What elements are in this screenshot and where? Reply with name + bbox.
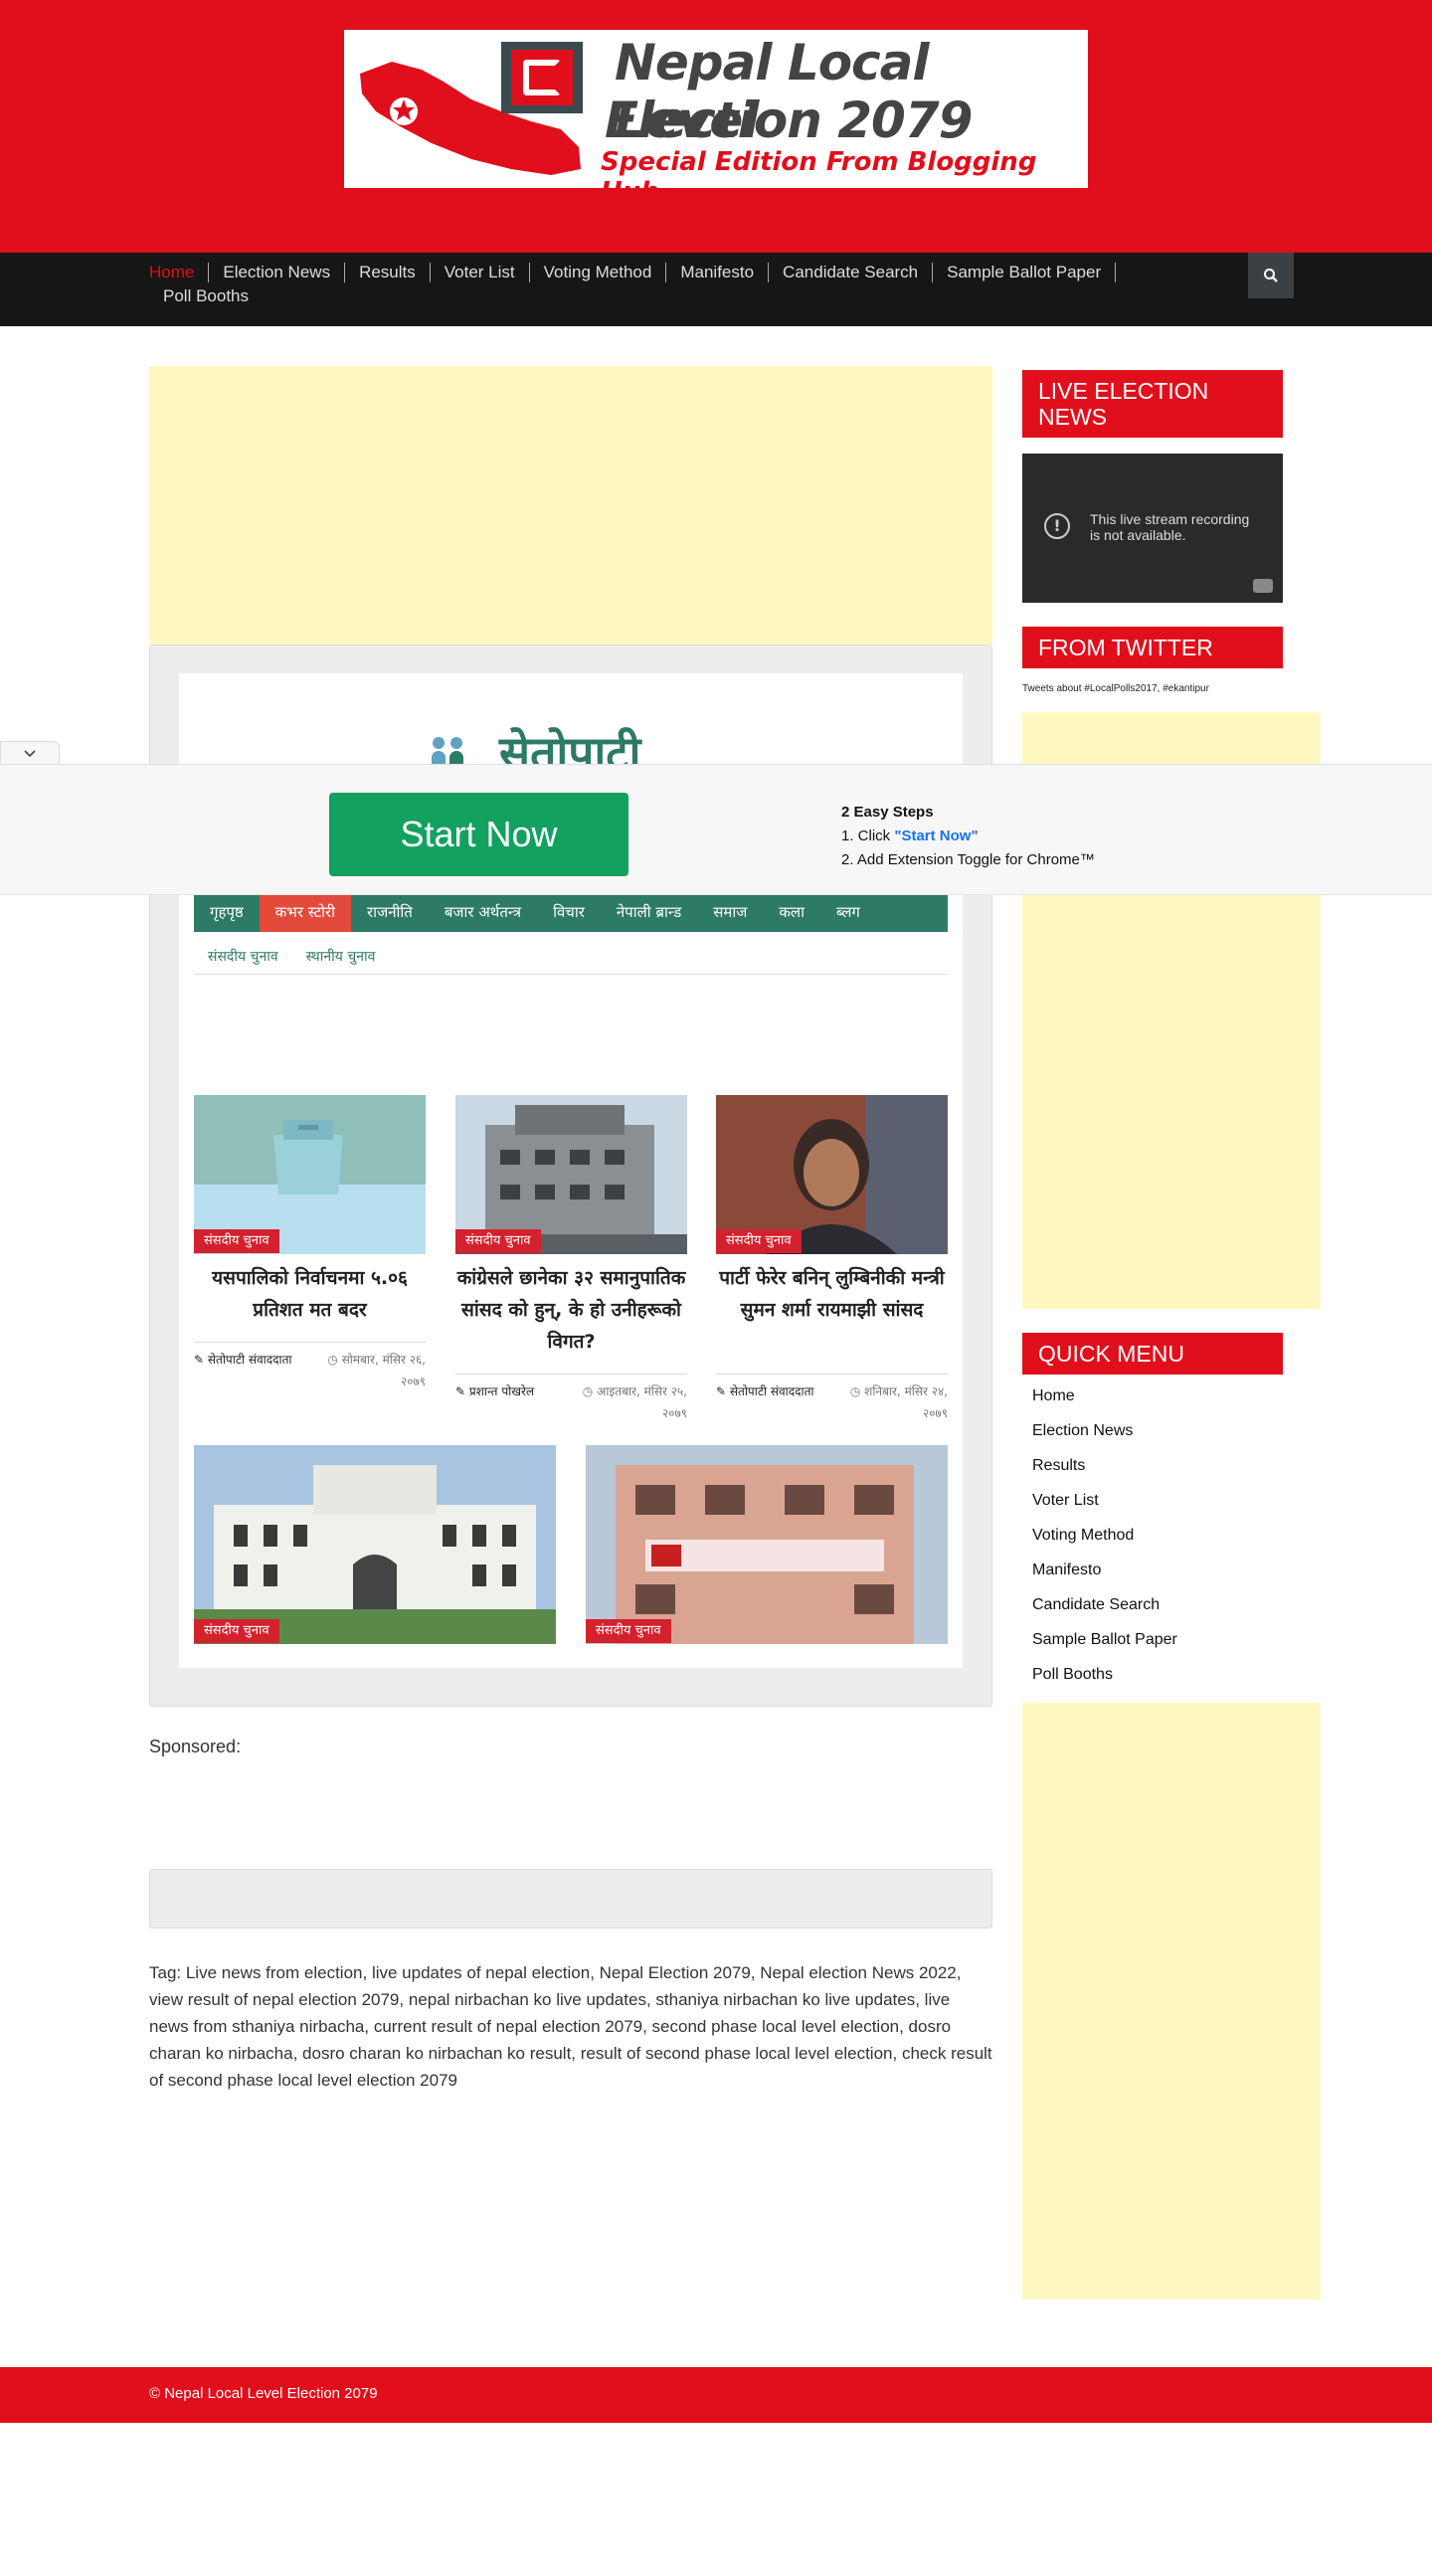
nav-item-voting-method[interactable]: Voting Method — [530, 263, 667, 282]
quick-menu-item-voter-list[interactable]: Voter List — [1022, 1483, 1283, 1518]
article-meta: ✎ सेतोपाटी संवाददाता ◷ सोमबार, मंसिर २६,… — [194, 1342, 426, 1401]
article-category-tag[interactable]: संसदीय चुनाव — [455, 1229, 541, 1253]
site-header: Nepal Local Level Election 2079 Special … — [0, 0, 1432, 253]
search-button[interactable] — [1248, 253, 1294, 298]
quick-menu-item-voting-method[interactable]: Voting Method — [1022, 1518, 1283, 1553]
nav-item-voter-list[interactable]: Voter List — [431, 263, 530, 282]
article-meta: ✎ प्रशान्त पोखरेल ◷ आइतबार, मंसिर २५, २०… — [455, 1374, 687, 1433]
tags-paragraph: Tag: Live news from election, live updat… — [149, 1963, 992, 2090]
setopati-nav-item-active[interactable]: कभर स्टोरी — [259, 892, 352, 932]
article-date: ◷ शनिबार, मंसिर २४, २०७९ — [849, 1384, 948, 1420]
quick-menu-item-manifesto[interactable]: Manifesto — [1022, 1553, 1283, 1587]
overlay-steps: 2 Easy Steps 1. Click "Start Now" 2. Add… — [841, 801, 1095, 872]
nav-item-sample-ballot-paper[interactable]: Sample Ballot Paper — [933, 263, 1117, 282]
edit-icon: ✎ — [455, 1384, 469, 1398]
article-author[interactable]: ✎ सेतोपाटी संवाददाता — [194, 1349, 292, 1371]
site-banner-logo[interactable]: Nepal Local Level Election 2079 Special … — [344, 30, 1088, 188]
from-twitter-heading: FROM TWITTER — [1022, 627, 1283, 668]
nav-item-poll-booths[interactable]: Poll Booths — [149, 286, 263, 306]
setopati-nav-item[interactable]: समाज — [697, 892, 763, 932]
tweets-link[interactable]: Tweets about #LocalPolls2017, #ekantipur — [1022, 683, 1209, 694]
clock-icon: ◷ — [327, 1353, 342, 1367]
quick-menu-item-sample-ballot-paper[interactable]: Sample Ballot Paper — [1022, 1622, 1283, 1657]
article-date: ◷ आइतबार, मंसिर २५, २०७९ — [582, 1384, 687, 1420]
steps-heading: 2 Easy Steps — [841, 804, 934, 821]
article-card[interactable]: संसदीय चुनाव — [586, 1445, 948, 1668]
banner-title-line2: Election 2079 — [605, 92, 973, 149]
video-unavailable-message: This live stream recording is not availa… — [1090, 511, 1250, 543]
setopati-nav: गृहपृष्ठ कभर स्टोरी राजनीति बजार अर्थतन्… — [194, 892, 948, 932]
start-now-button[interactable]: Start Now — [329, 793, 628, 876]
footer-copyright: © Nepal Local Level Election 2079 — [149, 2385, 378, 2402]
overlay-collapse-button[interactable] — [0, 741, 60, 765]
quick-menu-item-results[interactable]: Results — [1022, 1448, 1283, 1483]
article-card[interactable]: संसदीय चुनाव यसपालिको निर्वाचनमा ५.०६ प्… — [194, 1095, 426, 1433]
alert-icon: ! — [1044, 513, 1070, 539]
blogging-hub-logo — [501, 42, 583, 113]
setopati-nav-item[interactable]: बजार अर्थतन्त्र — [429, 892, 537, 932]
edit-icon: ✎ — [716, 1384, 730, 1398]
live-video-player[interactable]: ! This live stream recording is not avai… — [1022, 454, 1283, 603]
article-card[interactable]: संसदीय चुनाव कांग्रेसले छानेका ३२ समानुप… — [455, 1095, 687, 1433]
article-card[interactable]: संसदीय चुनाव — [194, 1445, 556, 1668]
banner-subtitle: Special Edition From Blogging Hub — [601, 147, 1037, 188]
setopati-subnav-item[interactable]: संसदीय चुनाव — [194, 942, 292, 974]
ad-slot-top[interactable] — [149, 366, 992, 644]
quick-menu: Home Election News Results Voter List Vo… — [1022, 1379, 1283, 1692]
article-category-tag[interactable]: संसदीय चुनाव — [586, 1619, 671, 1643]
setopati-nav-item[interactable]: विचार — [537, 892, 601, 932]
article-title[interactable]: कांग्रेसले छानेका ३२ समानुपातिक सांसद को… — [455, 1262, 687, 1358]
clock-icon: ◷ — [582, 1384, 598, 1398]
main-nav: Home Election News Results Voter List Vo… — [0, 253, 1432, 326]
nav-item-manifesto[interactable]: Manifesto — [666, 263, 770, 282]
setopati-nav-item[interactable]: कला — [763, 892, 820, 932]
article-image-palace — [194, 1445, 556, 1644]
nav-item-election-news[interactable]: Election News — [209, 263, 346, 282]
nav-item-home[interactable]: Home — [149, 263, 210, 282]
live-election-news-heading: LIVE ELECTION NEWS — [1022, 370, 1283, 438]
quick-menu-item-home[interactable]: Home — [1022, 1379, 1283, 1413]
article-title[interactable]: पार्टी फेरेर बनिन् लुम्बिनीकी मन्त्री सु… — [716, 1262, 948, 1326]
clock-icon: ◷ — [849, 1384, 865, 1398]
sponsored-label: Sponsored: — [149, 1737, 242, 1756]
setopati-subnav-item[interactable]: स्थानीय चुनाव — [292, 942, 390, 974]
article-meta: ✎ सेतोपाटी संवाददाता ◷ शनिबार, मंसिर २४,… — [716, 1374, 948, 1433]
edit-icon: ✎ — [194, 1353, 208, 1367]
step-1: 1. Click "Start Now" — [841, 828, 979, 844]
setopati-nav-item[interactable]: नेपाली ब्रान्ड — [601, 892, 697, 932]
article-image-office — [586, 1445, 948, 1644]
article-category-tag[interactable]: संसदीय चुनाव — [194, 1619, 279, 1643]
ad-slot-inline[interactable] — [149, 1869, 992, 1929]
chevron-down-icon — [24, 749, 36, 757]
setopati-nav-item[interactable]: गृहपृष्ठ — [194, 892, 260, 932]
article-category-tag[interactable]: संसदीय चुनाव — [716, 1229, 802, 1253]
ad-slot-sidebar-2[interactable] — [1022, 1703, 1321, 2300]
quick-menu-item-poll-booths[interactable]: Poll Booths — [1022, 1657, 1283, 1692]
site-footer: © Nepal Local Level Election 2079 — [0, 2367, 1432, 2423]
nav-item-candidate-search[interactable]: Candidate Search — [769, 263, 934, 282]
article-card[interactable]: संसदीय चुनाव पार्टी फेरेर बनिन् लुम्बिनी… — [716, 1095, 948, 1433]
sticky-overlay-ad: Start Now 2 Easy Steps 1. Click "Start N… — [0, 764, 1432, 895]
nav-links: Home Election News Results Voter List Vo… — [149, 263, 1223, 306]
quick-menu-heading: QUICK MENU — [1022, 1333, 1283, 1375]
article-author[interactable]: ✎ प्रशान्त पोखरेल — [455, 1380, 534, 1402]
article-author[interactable]: ✎ सेतोपाटी संवाददाता — [716, 1380, 814, 1402]
setopati-nav-item[interactable]: राजनीति — [351, 892, 429, 932]
youtube-icon[interactable] — [1253, 579, 1273, 593]
setopati-nav-item[interactable]: ब्लग — [820, 892, 876, 932]
nav-item-results[interactable]: Results — [345, 263, 431, 282]
quick-menu-item-candidate-search[interactable]: Candidate Search — [1022, 1587, 1283, 1622]
article-category-tag[interactable]: संसदीय चुनाव — [194, 1229, 279, 1253]
setopati-subnav: संसदीय चुनाव स्थानीय चुनाव — [194, 942, 948, 975]
search-icon — [1264, 269, 1278, 282]
article-date: ◷ सोमबार, मंसिर २६, २०७९ — [327, 1353, 426, 1388]
step-1-link[interactable]: "Start Now" — [894, 828, 978, 844]
quick-menu-item-election-news[interactable]: Election News — [1022, 1413, 1283, 1448]
article-title[interactable]: यसपालिको निर्वाचनमा ५.०६ प्रतिशत मत बदर — [194, 1262, 426, 1326]
step-2: 2. Add Extension Toggle for Chrome™ — [841, 851, 1095, 868]
